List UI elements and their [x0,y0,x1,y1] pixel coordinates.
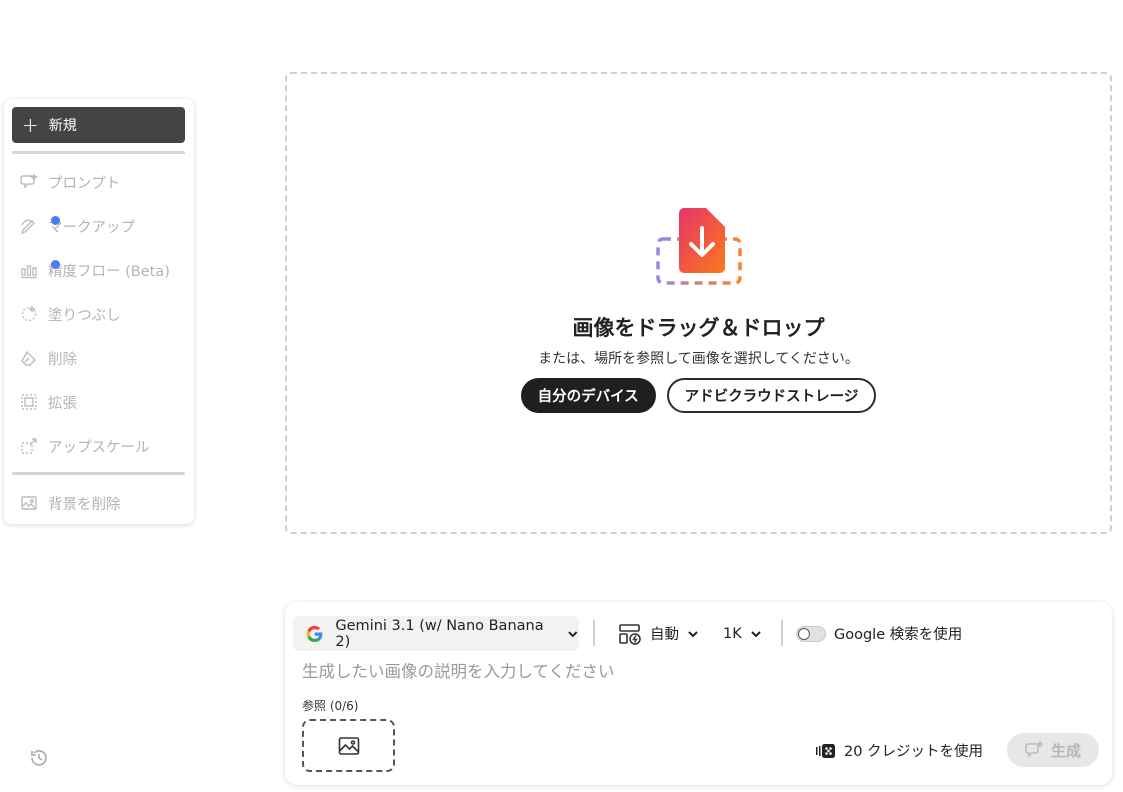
aspect-ratio-selector[interactable]: 自動 [618,621,699,646]
generate-button[interactable]: 生成 [1007,733,1099,767]
upload-file-icon [656,208,742,285]
sidebar-item-fill[interactable]: 塗りつぶし [12,292,186,336]
prompt-icon [20,173,38,189]
sidebar-item-remove-background[interactable]: 背景を削除 [12,481,186,525]
sidebar-item-label: 精度フロー (Beta) [48,263,170,280]
sidebar-item-label: 塗りつぶし [48,307,121,324]
chevron-down-icon [751,630,761,637]
google-logo-icon [306,625,323,642]
credits-text: 20 クレジットを使用 [844,744,984,760]
resolution-selector[interactable]: 1K [723,621,762,646]
prompt-panel: Gemini 3.1 (w/ Nano Banana 2) 自動 1K Goog… [285,602,1112,785]
drop-title: 画像をドラッグ＆ドロップ [572,316,825,340]
my-device-button[interactable]: 自分のデバイス [520,378,656,413]
credits-icon [816,743,835,758]
fill-icon [21,305,37,322]
model-selector[interactable]: Gemini 3.1 (w/ Nano Banana 2) [293,616,579,651]
cloud-storage-button[interactable]: アドビクラウドストレージ [666,378,877,413]
sidebar-item-expand[interactable]: 拡張 [12,380,186,424]
expand-icon [21,394,37,410]
add-reference-button[interactable] [302,719,395,772]
sidebar-divider [12,472,185,475]
sidebar-item-label: 削除 [48,351,77,368]
sidebar-divider [12,151,185,154]
resolution-value: 1K [723,625,742,642]
new-button-label: 新規 [48,118,77,134]
history-button[interactable] [29,748,49,768]
google-search-toggle-group[interactable]: Google 検索を使用 [796,621,962,646]
google-search-toggle[interactable] [796,625,826,642]
google-search-label: Google 検索を使用 [834,627,963,643]
prompt-input[interactable] [302,659,1082,683]
sidebar-item-precision-flow[interactable]: 精度フロー (Beta) [12,248,186,292]
chevron-down-icon [568,630,578,637]
toolbar-separator [781,620,783,646]
remove-background-icon [21,496,37,510]
drop-subtitle: または、場所を参照して画像を選択してください。 [538,351,859,367]
plus-icon: + [22,113,39,137]
model-name: Gemini 3.1 (w/ Nano Banana 2) [335,617,544,650]
upscale-icon [21,438,37,454]
chevron-down-icon [688,630,698,637]
sidebar-item-erase[interactable]: 削除 [12,336,186,380]
aspect-value: 自動 [650,627,679,643]
credits-info: 20 クレジットを使用 [816,740,983,761]
sidebar-item-label: 背景を削除 [48,496,121,513]
image-drop-zone[interactable]: 画像をドラッグ＆ドロップ または、場所を参照して画像を選択してください。 自分の… [285,72,1112,534]
markup-icon [20,219,35,235]
sidebar-item-label: 拡張 [48,395,77,412]
reference-label: 参照 (0/6) [302,699,359,713]
generate-label: 生成 [1050,741,1081,760]
sidebar-item-label: マークアップ [48,219,135,236]
sidebar-item-prompt[interactable]: プロンプト [12,160,186,204]
new-button[interactable]: + 新規 [12,107,185,143]
sidebar-item-label: アップスケール [48,439,150,456]
sidebar-item-markup[interactable]: マークアップ [12,204,186,248]
upload-source-buttons: 自分のデバイス アドビクラウドストレージ [287,378,1110,413]
new-badge-dot [51,260,60,269]
toolbar-separator [593,620,595,646]
sidebar-item-upscale[interactable]: アップスケール [12,424,186,468]
aspect-auto-icon [619,623,641,645]
precision-flow-icon [21,265,37,279]
generate-icon [1025,741,1043,758]
history-icon [31,750,47,766]
erase-icon [21,350,36,366]
tool-sidebar: + 新規 プロンプト マークアップ 精度フロー (Beta) 塗りつぶし 削除 … [4,99,194,524]
sidebar-item-label: プロンプト [48,175,121,192]
image-icon [338,736,359,755]
new-badge-dot [51,216,60,225]
